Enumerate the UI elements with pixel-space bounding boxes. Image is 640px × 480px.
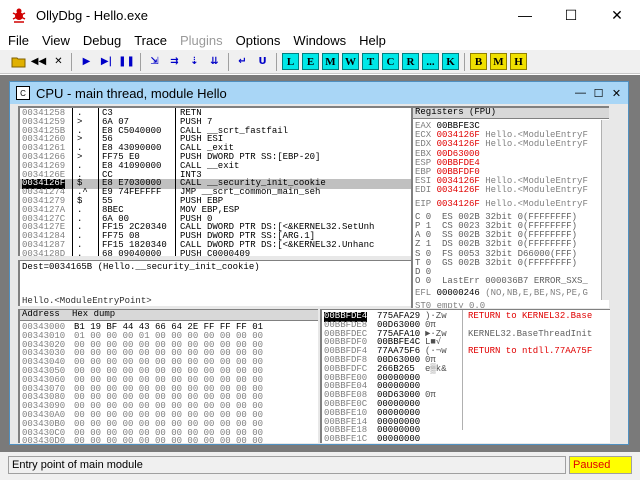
disassembly-address: 0034128D bbox=[22, 248, 66, 256]
cpu-maximize-button[interactable]: ☐ bbox=[590, 85, 607, 101]
register-comment: (NO,NB,E,BE,NS,PE,G bbox=[485, 288, 588, 299]
memory-window-button[interactable]: M bbox=[322, 53, 339, 70]
register-comment: Hello.<ModuleEntryF bbox=[485, 185, 588, 196]
run-thread-icon[interactable]: ▶| bbox=[98, 53, 115, 70]
register-value: 00000246 bbox=[436, 288, 480, 299]
cpu-window-title: CPU - main thread, module Hello bbox=[36, 85, 227, 101]
register-name: EFL bbox=[415, 288, 432, 299]
step-over-icon[interactable]: ⇉ bbox=[166, 53, 183, 70]
menu-plugins[interactable]: Plugins bbox=[180, 33, 223, 48]
register-row[interactable]: EFL 00000246 (NO,NB,E,BE,NS,PE,G bbox=[415, 289, 588, 299]
trace-into-icon[interactable]: ⇣ bbox=[186, 53, 203, 70]
register-row[interactable]: EIP 0034126F Hello.<ModuleEntryF bbox=[415, 198, 588, 210]
status-message: Entry point of main module bbox=[8, 456, 566, 474]
menu-view[interactable]: View bbox=[42, 33, 70, 48]
register-name: EDI bbox=[415, 185, 432, 196]
register-comment: Hello.<ModuleEntryF bbox=[485, 139, 588, 150]
references-window-button[interactable]: R bbox=[402, 53, 419, 70]
register-value: 0034126F bbox=[436, 198, 480, 209]
run-trace-window-button[interactable]: ... bbox=[422, 53, 439, 70]
info-destination: Dest=0034165B (Hello.__security_init_coo… bbox=[22, 262, 260, 272]
memory-breakpoints-button[interactable]: M bbox=[490, 53, 507, 70]
info-location: Hello.<ModuleEntryPoint> bbox=[22, 296, 152, 306]
status-state-badge: Paused bbox=[569, 456, 632, 474]
run-icon[interactable]: ▶ bbox=[78, 53, 95, 70]
dump-header-hex[interactable]: Hex dump bbox=[72, 310, 115, 320]
dump-hex-bytes: 00 00 00 00 00 00 00 00 00 00 00 00 bbox=[74, 436, 264, 443]
dump-header-address[interactable]: Address bbox=[22, 310, 60, 320]
disassembly-instruction: PUSH C0000409 bbox=[180, 248, 251, 256]
menu-debug[interactable]: Debug bbox=[83, 33, 121, 48]
register-comment: Hello.<ModuleEntryF bbox=[485, 198, 588, 209]
registers-pane[interactable]: Registers (FPU) EAX 00BBFE3C ECX 0034126… bbox=[411, 106, 609, 308]
dump-pane[interactable]: Address Hex dump 00343000 B1 19 BF 44 43 … bbox=[18, 309, 318, 443]
status-bar: Entry point of main module Paused bbox=[0, 452, 640, 480]
breakpoints-window-button[interactable]: B bbox=[470, 53, 487, 70]
register-row[interactable]: EDI 0034126F Hello.<ModuleEntryF bbox=[415, 186, 588, 196]
disassembly-pane[interactable]: 00341258. C3 RETN 00341259 >6A 07 PUSH 7 00341… bbox=[18, 106, 418, 256]
execute-till-return-icon[interactable]: ↵ bbox=[234, 53, 251, 70]
register-value: 0034126F bbox=[436, 185, 480, 196]
menu-bar: File View Debug Trace Plugins Options Wi… bbox=[0, 30, 640, 50]
cpu-window-icon: C bbox=[16, 86, 30, 100]
registers-scrollbar[interactable] bbox=[601, 120, 609, 300]
dump-address: 003430D0 bbox=[22, 436, 66, 443]
flag-row[interactable]: T 0 GS 002B 32bit 0(FFFFFFFF) bbox=[415, 258, 577, 269]
threads-window-button[interactable]: T bbox=[362, 53, 379, 70]
menu-trace[interactable]: Trace bbox=[134, 33, 167, 48]
cpu-minimize-button[interactable]: — bbox=[572, 85, 589, 101]
call-stack-window-button[interactable]: K bbox=[442, 53, 459, 70]
log-window-button[interactable]: L bbox=[282, 53, 299, 70]
modules-window-button[interactable]: E bbox=[302, 53, 319, 70]
stack-row[interactable]: 00BBFE1C 00000000 bbox=[322, 435, 610, 443]
open-folder-icon[interactable] bbox=[10, 53, 27, 70]
toolbar: ◀◀ ✕ ▶ ▶| ❚❚ ⇲ ⇉ ⇣ ⇊ ↵ U L E M W T C R .… bbox=[0, 50, 640, 74]
menu-options[interactable]: Options bbox=[236, 33, 281, 48]
menu-file[interactable]: File bbox=[8, 33, 29, 48]
step-into-icon[interactable]: ⇲ bbox=[146, 53, 163, 70]
restart-icon[interactable]: ◀◀ bbox=[30, 53, 47, 70]
cpu-close-button[interactable]: ✕ bbox=[608, 85, 625, 101]
trace-over-icon[interactable]: ⇊ bbox=[206, 53, 223, 70]
window-title: OllyDbg - Hello.exe bbox=[36, 7, 148, 23]
execute-till-user-code-icon[interactable]: U bbox=[254, 53, 271, 70]
stack-address: 00BBFE1C bbox=[324, 434, 368, 443]
ollydbg-bug-icon bbox=[12, 8, 26, 23]
disassembly-bytes: 68 09040000 bbox=[102, 248, 162, 256]
register-name: EIP bbox=[415, 198, 432, 209]
cpu-window-titlebar[interactable]: C CPU - main thread, module Hello — ☐ ✕ bbox=[10, 82, 628, 104]
pause-icon[interactable]: ❚❚ bbox=[118, 53, 135, 70]
disassembly-row[interactable]: 0034128D. 68 09040000 PUSH C0000409 bbox=[20, 248, 412, 256]
registers-header[interactable]: Registers (FPU) bbox=[413, 108, 609, 119]
disassembly-jump-marker: . bbox=[77, 248, 83, 256]
close-program-icon[interactable]: ✕ bbox=[50, 53, 67, 70]
cpu-window-button[interactable]: C bbox=[382, 53, 399, 70]
windows-window-button[interactable]: W bbox=[342, 53, 359, 70]
info-pane[interactable]: Dest=0034165B (Hello.__security_init_coo… bbox=[18, 260, 418, 306]
hardware-breakpoints-button[interactable]: H bbox=[510, 53, 527, 70]
stack-value: 00000000 bbox=[377, 434, 421, 443]
title-bar: OllyDbg - Hello.exe — ☐ ✕ bbox=[0, 0, 640, 30]
menu-help[interactable]: Help bbox=[359, 33, 386, 48]
stack-pane[interactable]: 00BBFDE4 775AFA29)·Zw RETURN to KERNEL32.B… bbox=[320, 309, 610, 443]
maximize-button[interactable]: ☐ bbox=[548, 0, 594, 30]
minimize-button[interactable]: — bbox=[502, 0, 548, 30]
fpu-st0-row[interactable]: ST0 empty 0.0 bbox=[415, 301, 485, 308]
close-button[interactable]: ✕ bbox=[594, 0, 640, 30]
dump-header: Address Hex dump bbox=[20, 310, 318, 321]
menu-windows[interactable]: Windows bbox=[293, 33, 346, 48]
flag-row[interactable]: O 0 LastErr 000036B7 ERROR_SXS_ bbox=[415, 277, 588, 287]
